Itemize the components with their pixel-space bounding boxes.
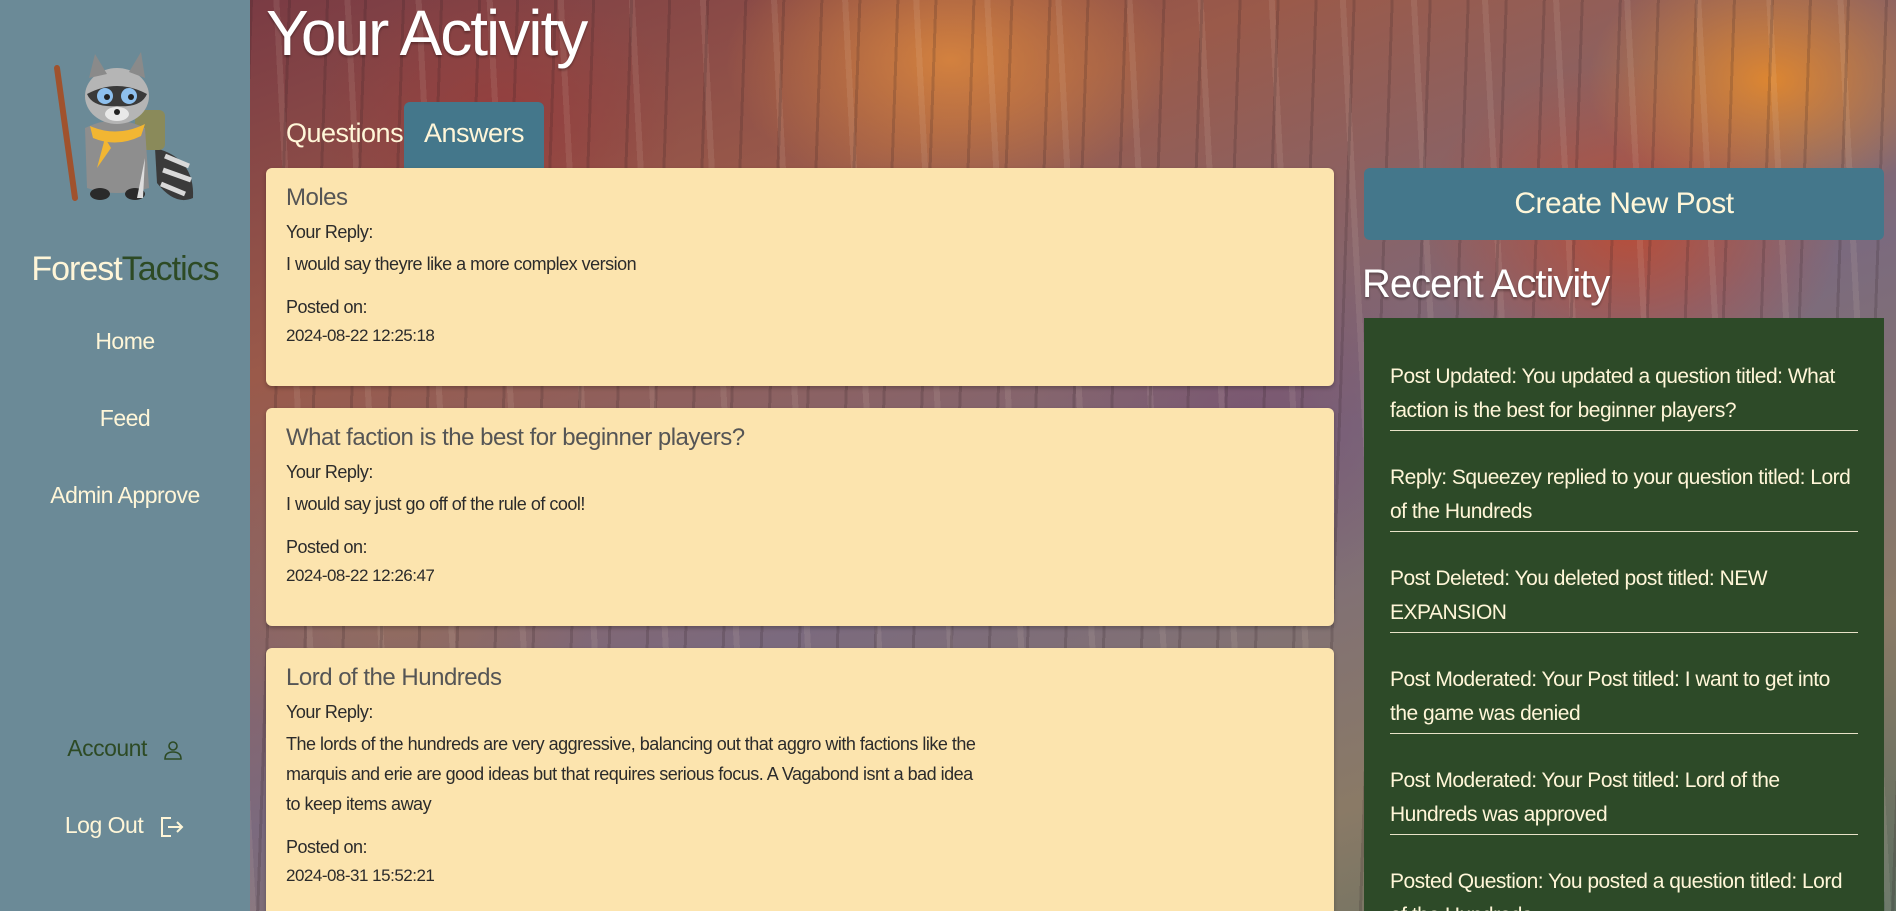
posted-label: Posted on:: [286, 297, 368, 317]
posted-date: 2024-08-31 15:52:21: [286, 866, 435, 885]
recent-activity-title: Recent Activity: [1362, 262, 1610, 306]
recent-activity-panel: Post Updated: You updated a question tit…: [1364, 318, 1884, 911]
page-title: Your Activity: [266, 0, 588, 69]
answer-post-title[interactable]: Lord of the Hundreds: [286, 664, 1314, 692]
reply-label: Your Reply:: [286, 222, 373, 242]
recent-activity-item[interactable]: Post Deleted: You deleted post titled: N…: [1390, 562, 1858, 633]
posted-label: Posted on:: [286, 837, 368, 857]
logout-icon: [161, 816, 184, 837]
posted-date: 2024-08-22 12:25:18: [286, 326, 435, 345]
raccoon-mascot-logo[interactable]: [45, 48, 205, 208]
tab-answers[interactable]: Answers: [404, 102, 545, 168]
answer-card[interactable]: What faction is the best for beginner pl…: [266, 408, 1334, 626]
reply-label: Your Reply:: [286, 702, 373, 722]
answer-card[interactable]: Lord of the Hundreds Your Reply: The lor…: [266, 648, 1334, 911]
recent-activity-item[interactable]: Post Moderated: Your Post titled: Lord o…: [1390, 764, 1858, 835]
nav-feed[interactable]: Feed: [0, 405, 250, 432]
reply-text: I would say just go off of the rule of c…: [286, 494, 585, 514]
nav-logout-label: Log Out: [64, 812, 144, 838]
sidebar: ForestTactics Home Feed Admin Approve Ac…: [0, 0, 250, 911]
recent-activity-item[interactable]: Post Moderated: Your Post titled: I want…: [1390, 663, 1858, 734]
nav-logout[interactable]: Log Out: [0, 812, 250, 839]
posted-date: 2024-08-22 12:26:47: [286, 566, 435, 585]
brand-logo-text[interactable]: ForestTactics: [0, 250, 250, 289]
user-icon: [163, 741, 182, 760]
nav-home[interactable]: Home: [0, 328, 250, 355]
recent-activity-item[interactable]: Post Updated: You updated a question tit…: [1390, 360, 1858, 431]
reply-text: I would say theyre like a more complex v…: [286, 254, 637, 274]
reply-label: Your Reply:: [286, 462, 373, 482]
posted-label: Posted on:: [286, 537, 368, 557]
tab-questions[interactable]: Questions: [266, 102, 423, 168]
nav-account[interactable]: Account: [0, 735, 250, 762]
reply-text: The lords of the hundreds are very aggre…: [286, 734, 976, 814]
answer-card[interactable]: Moles Your Reply: I would say theyre lik…: [266, 168, 1334, 386]
brand-part-forest: Forest: [31, 250, 122, 288]
nav-account-label: Account: [67, 735, 147, 761]
recent-activity-item[interactable]: Posted Question: You posted a question t…: [1390, 865, 1858, 911]
answer-post-title[interactable]: What faction is the best for beginner pl…: [286, 424, 1314, 452]
answer-post-title[interactable]: Moles: [286, 184, 1314, 212]
create-new-post-button[interactable]: Create New Post: [1364, 168, 1884, 240]
recent-activity-item[interactable]: Reply: Squeezey replied to your question…: [1390, 461, 1858, 532]
nav-admin-approve[interactable]: Admin Approve: [0, 482, 250, 509]
brand-part-tactics: Tactics: [121, 250, 220, 288]
